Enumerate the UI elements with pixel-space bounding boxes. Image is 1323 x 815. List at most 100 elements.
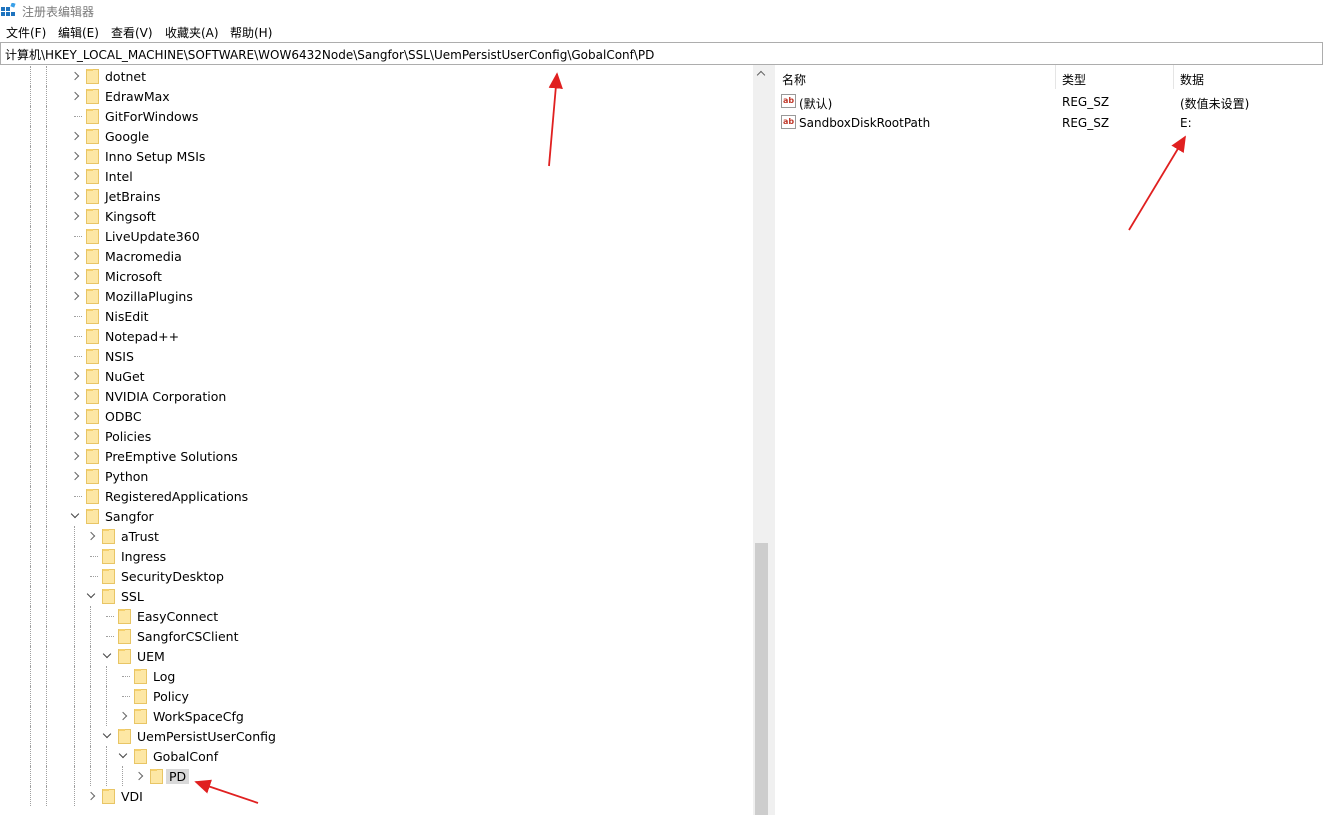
menu-file[interactable]: 文件(F) (6, 24, 46, 41)
tree-item-label[interactable]: UEM (137, 649, 165, 664)
chevron-down-icon[interactable] (118, 750, 128, 762)
tree-item-label[interactable]: PD (166, 769, 190, 784)
tree-item-label[interactable]: MozillaPlugins (105, 289, 193, 304)
tree-item-label[interactable]: UemPersistUserConfig (137, 729, 276, 744)
tree-item-label[interactable]: ODBC (105, 409, 142, 424)
tree-item[interactable]: UemPersistUserConfig (0, 726, 750, 746)
tree-item[interactable]: UEM (0, 646, 750, 666)
chevron-right-icon[interactable] (118, 710, 128, 722)
tree-item-label[interactable]: Kingsoft (105, 209, 156, 224)
tree-item[interactable]: Notepad++ (0, 326, 750, 346)
table-row[interactable]: ab (默认) REG_SZ (数值未设置) (775, 91, 1323, 112)
chevron-right-icon[interactable] (70, 210, 80, 222)
tree-item[interactable]: Inno Setup MSIs (0, 146, 750, 166)
tree-item[interactable]: ODBC (0, 406, 750, 426)
tree-item[interactable]: PreEmptive Solutions (0, 446, 750, 466)
chevron-right-icon[interactable] (70, 150, 80, 162)
tree-item-label[interactable]: Ingress (121, 549, 166, 564)
tree-item[interactable]: WorkSpaceCfg (0, 706, 750, 726)
chevron-right-icon[interactable] (70, 130, 80, 142)
menu-edit[interactable]: 编辑(E) (58, 24, 99, 41)
tree-item[interactable]: Google (0, 126, 750, 146)
tree-item[interactable]: Log (0, 666, 750, 686)
tree-item-label[interactable]: Macromedia (105, 249, 182, 264)
tree-item-label[interactable]: EasyConnect (137, 609, 218, 624)
tree-item[interactable]: Sangfor (0, 506, 750, 526)
tree-item[interactable]: EasyConnect (0, 606, 750, 626)
tree-item[interactable]: NisEdit (0, 306, 750, 326)
tree-item-label[interactable]: SangforCSClient (137, 629, 239, 644)
tree-item[interactable]: NVIDIA Corporation (0, 386, 750, 406)
chevron-right-icon[interactable] (134, 770, 144, 782)
chevron-right-icon[interactable] (70, 410, 80, 422)
tree-item-label[interactable]: PreEmptive Solutions (105, 449, 238, 464)
tree-item[interactable]: MozillaPlugins (0, 286, 750, 306)
chevron-right-icon[interactable] (70, 70, 80, 82)
chevron-right-icon[interactable] (70, 270, 80, 282)
menu-favorites[interactable]: 收藏夹(A) (165, 24, 219, 41)
column-header-name[interactable]: 名称 (775, 65, 1055, 89)
tree-item[interactable]: dotnet (0, 66, 750, 86)
tree-item[interactable]: RegisteredApplications (0, 486, 750, 506)
chevron-down-icon[interactable] (102, 730, 112, 742)
tree-item[interactable]: Kingsoft (0, 206, 750, 226)
tree-item[interactable]: GobalConf (0, 746, 750, 766)
tree-item[interactable]: aTrust (0, 526, 750, 546)
tree-item[interactable]: SangforCSClient (0, 626, 750, 646)
column-header-type[interactable]: 类型 (1055, 65, 1173, 89)
tree-item[interactable]: LiveUpdate360 (0, 226, 750, 246)
column-header-data[interactable]: 数据 (1173, 65, 1323, 89)
tree-item-label[interactable]: JetBrains (105, 189, 161, 204)
chevron-right-icon[interactable] (70, 250, 80, 262)
address-bar[interactable]: 计算机\HKEY_LOCAL_MACHINE\SOFTWARE\WOW6432N… (0, 42, 1323, 65)
chevron-right-icon[interactable] (70, 470, 80, 482)
tree-item[interactable]: SSL (0, 586, 750, 606)
tree-item[interactable]: NuGet (0, 366, 750, 386)
address-path[interactable]: 计算机\HKEY_LOCAL_MACHINE\SOFTWARE\WOW6432N… (5, 46, 654, 63)
chevron-right-icon[interactable] (86, 530, 96, 542)
scroll-thumb[interactable] (755, 543, 768, 815)
tree-item[interactable]: NSIS (0, 346, 750, 366)
tree-item-label[interactable]: NisEdit (105, 309, 149, 324)
registry-value-list[interactable]: 名称 类型 数据 ab (默认) REG_SZ (数值未设置) ab Sandb… (775, 65, 1323, 815)
tree-item[interactable]: Python (0, 466, 750, 486)
tree-item[interactable]: JetBrains (0, 186, 750, 206)
tree-item-label[interactable]: Microsoft (105, 269, 162, 284)
tree-item-label[interactable]: Google (105, 129, 149, 144)
tree-item-label[interactable]: Sangfor (105, 509, 154, 524)
tree-item[interactable]: Intel (0, 166, 750, 186)
chevron-right-icon[interactable] (70, 190, 80, 202)
tree-item[interactable]: SecurityDesktop (0, 566, 750, 586)
tree-item[interactable]: Ingress (0, 546, 750, 566)
tree-item-label[interactable]: NuGet (105, 369, 145, 384)
tree-item-label[interactable]: VDI (121, 789, 143, 804)
chevron-right-icon[interactable] (70, 370, 80, 382)
table-row[interactable]: ab SandboxDiskRootPath REG_SZ E: (775, 112, 1323, 133)
tree-item-label[interactable]: SSL (121, 589, 144, 604)
tree-item-label[interactable]: GitForWindows (105, 109, 198, 124)
menu-help[interactable]: 帮助(H) (230, 24, 272, 41)
tree-item-label[interactable]: NVIDIA Corporation (105, 389, 226, 404)
tree-item-label[interactable]: RegisteredApplications (105, 489, 248, 504)
tree-item[interactable]: Policies (0, 426, 750, 446)
chevron-down-icon[interactable] (70, 510, 80, 522)
chevron-right-icon[interactable] (70, 290, 80, 302)
tree-item-label[interactable]: dotnet (105, 69, 146, 84)
chevron-down-icon[interactable] (86, 590, 96, 602)
chevron-right-icon[interactable] (86, 790, 96, 802)
chevron-right-icon[interactable] (70, 430, 80, 442)
scroll-up-icon[interactable] (753, 65, 770, 82)
tree-item[interactable]: PD (0, 766, 750, 786)
chevron-down-icon[interactable] (102, 650, 112, 662)
menu-view[interactable]: 查看(V) (111, 24, 153, 41)
tree-item-label[interactable]: Policy (153, 689, 189, 704)
tree-item-label[interactable]: Notepad++ (105, 329, 179, 344)
chevron-right-icon[interactable] (70, 90, 80, 102)
tree-item-label[interactable]: SecurityDesktop (121, 569, 224, 584)
tree-scrollbar[interactable] (753, 65, 770, 815)
tree-item-label[interactable]: Python (105, 469, 148, 484)
tree-item-label[interactable]: WorkSpaceCfg (153, 709, 244, 724)
tree-item-label[interactable]: Intel (105, 169, 133, 184)
tree-item[interactable]: VDI (0, 786, 750, 806)
tree-item-label[interactable]: Inno Setup MSIs (105, 149, 205, 164)
